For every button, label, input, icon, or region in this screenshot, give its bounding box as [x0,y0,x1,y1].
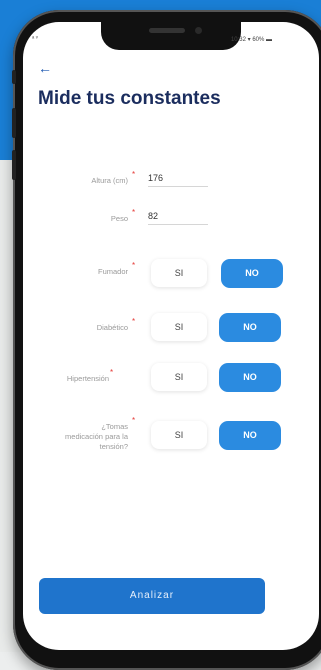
diabetic-no-button[interactable]: NO [219,313,281,342]
required-asterisk: * [132,261,136,270]
page-title: Mide tus constantes [38,88,221,109]
medication-yes-button[interactable]: SI [151,421,207,449]
height-label: Altura (cm) [91,176,128,185]
smoker-yes-button[interactable]: SI [151,259,207,287]
required-asterisk: * [132,416,136,425]
hypertension-no-button[interactable]: NO [219,363,281,392]
diabetic-yes-button[interactable]: SI [151,313,207,341]
smoker-no-button[interactable]: NO [221,259,283,288]
weight-input[interactable]: 82 [148,210,208,225]
weight-label: Peso [110,214,128,223]
status-left-icons: ᵃ ᵛ [32,36,38,42]
front-camera [195,27,202,34]
speaker-grille [149,28,185,33]
status-bar: ᵃ ᵛ 10:32 ▾ 60% ▬ [32,36,272,46]
hypertension-yes-button[interactable]: SI [151,363,207,391]
hypertension-label: Hipertensión [66,374,109,383]
phone-volume-down-button [12,150,16,180]
required-asterisk: * [132,170,136,179]
analyze-button[interactable]: Analizar [39,578,265,614]
status-right-icons: 10:32 ▾ 60% ▬ [230,37,272,43]
required-asterisk: * [132,208,136,217]
phone-volume-up-button [12,108,16,138]
medication-no-button[interactable]: NO [219,421,281,450]
phone-side-button [12,70,16,84]
height-input[interactable]: 176 [148,172,208,187]
diabetic-label: Diabético [96,323,128,332]
medication-label: ¿Tomas medicación para la tensión? [65,422,128,451]
required-asterisk: * [132,317,136,326]
back-arrow-icon[interactable]: ← [38,60,52,76]
required-asterisk: * [110,368,114,377]
smoker-label: Fumador [97,267,128,276]
